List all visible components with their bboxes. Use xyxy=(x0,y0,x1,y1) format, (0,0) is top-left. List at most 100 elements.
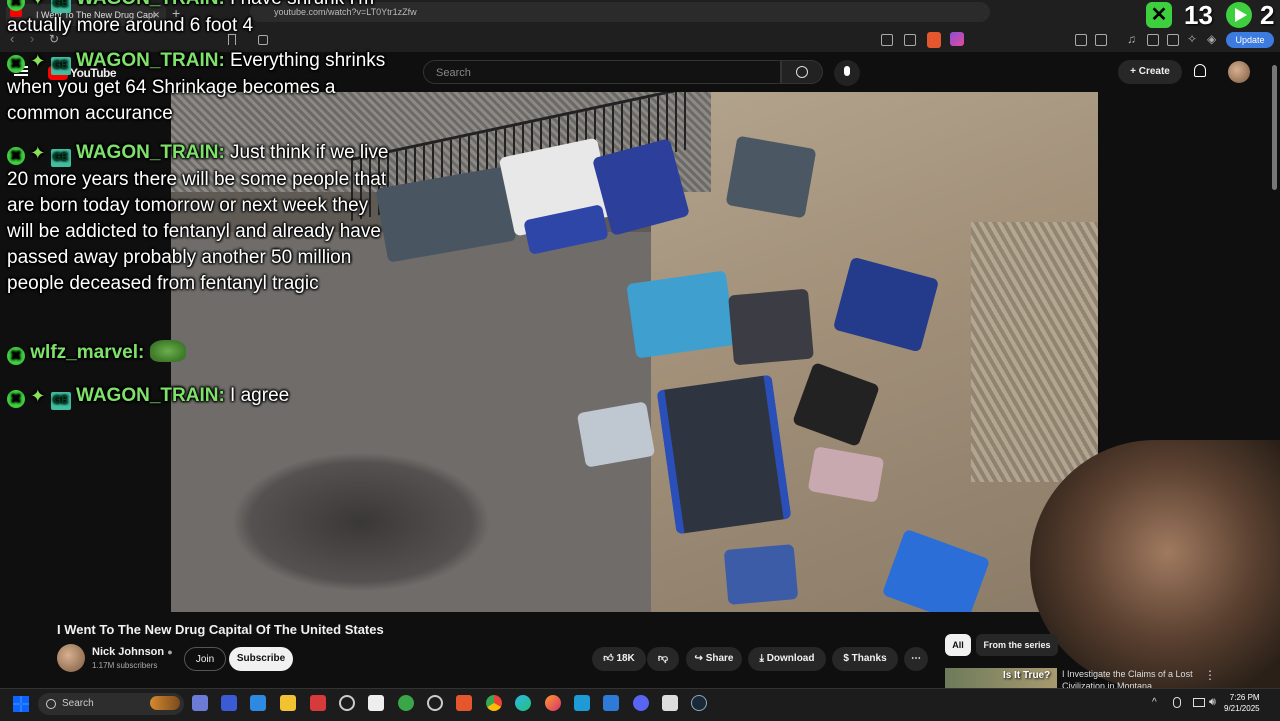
video-title: I Went To The New Drug Capital Of The Un… xyxy=(57,622,384,637)
volume-icon[interactable]: 🔊︎ xyxy=(1209,696,1216,709)
sidebar-toggle-icon[interactable] xyxy=(1147,34,1159,46)
recommendation-thumbnail[interactable]: Is It True? xyxy=(945,668,1057,690)
microphone-tray-icon[interactable] xyxy=(1173,697,1181,708)
chat-message: ✕ ✦ GE WAGON_TRAIN: Just think if we liv… xyxy=(7,140,397,297)
notifications-bell-icon[interactable] xyxy=(1194,64,1206,77)
star-badge-icon: ✦ xyxy=(30,386,46,406)
chip-all[interactable]: All xyxy=(945,634,971,656)
tent-large-tarp xyxy=(656,374,792,535)
chat-username: WAGON_TRAIN: xyxy=(75,385,225,406)
x-badge-icon: ✕ xyxy=(7,147,25,165)
webcam-overlay xyxy=(1030,440,1280,690)
thanks-button[interactable]: $ Thanks xyxy=(832,647,898,671)
pepe-emote-icon xyxy=(149,340,186,362)
page-scrollbar[interactable] xyxy=(1272,65,1277,190)
chat-message: ✕ ✦ GE WAGON_TRAIN: I agree xyxy=(7,383,397,410)
app-icon-5[interactable] xyxy=(310,695,326,711)
x-badge-icon: ✕ xyxy=(7,0,25,11)
subscribe-button[interactable]: Subscribe xyxy=(229,647,293,671)
like-button[interactable]: 👍︎ 18K xyxy=(592,647,646,671)
tab-search-icon[interactable] xyxy=(1095,34,1107,46)
x-badge-icon: ✕ xyxy=(7,390,25,408)
channel-name-text: Nick Johnson xyxy=(92,646,165,658)
search-input[interactable]: Search xyxy=(423,60,781,84)
discord-icon[interactable] xyxy=(633,695,649,711)
app-icon-8[interactable] xyxy=(398,695,414,711)
search-icon xyxy=(796,66,808,78)
download-button[interactable]: ⤓ Download xyxy=(748,647,826,671)
edge-icon[interactable] xyxy=(515,695,531,711)
app-icon-2[interactable] xyxy=(221,695,237,711)
thanks-icon: $ xyxy=(843,653,852,664)
subscriber-count: 1.17M subscribers xyxy=(92,661,158,670)
thumbs-up-icon: 👍︎ xyxy=(603,653,617,664)
search-button[interactable] xyxy=(781,60,823,84)
chat-username: WAGON_TRAIN: xyxy=(75,142,225,163)
brave-browser-icon[interactable] xyxy=(456,695,472,711)
app-icon-14[interactable] xyxy=(574,695,590,711)
ge-badge-icon: GE xyxy=(50,57,71,75)
share-icon: ↪ xyxy=(694,653,706,664)
extensions-icon[interactable] xyxy=(1075,34,1087,46)
app-icon-17[interactable] xyxy=(662,695,678,711)
download-label: Download xyxy=(766,653,815,664)
app-icon-7[interactable] xyxy=(368,695,384,711)
chat-username: WAGON_TRAIN: xyxy=(76,0,225,9)
app-icon-1[interactable] xyxy=(192,695,208,711)
file-explorer-icon[interactable] xyxy=(280,695,296,711)
thanks-label: Thanks xyxy=(851,653,887,664)
create-button[interactable]: + Create xyxy=(1118,60,1182,84)
app-icon-6[interactable] xyxy=(339,695,355,711)
windows-start-icon[interactable] xyxy=(13,696,29,712)
thumbnail-text: Is It True? xyxy=(1003,670,1051,681)
vscode-icon[interactable] xyxy=(603,695,619,711)
account-avatar[interactable] xyxy=(1228,61,1250,83)
steam-icon[interactable] xyxy=(691,695,707,711)
firefox-icon[interactable] xyxy=(545,695,561,711)
play-triangle-icon xyxy=(1235,8,1247,22)
media-icon[interactable]: ♫ xyxy=(1127,32,1136,46)
tent-black xyxy=(728,288,814,366)
app-icon-3[interactable] xyxy=(250,695,266,711)
more-icon: ⋯ xyxy=(911,653,921,664)
vpn-icon[interactable]: ◈ xyxy=(1207,32,1216,46)
create-label: Create xyxy=(1138,66,1170,77)
update-button[interactable]: Update xyxy=(1226,32,1274,48)
share-page-icon[interactable] xyxy=(904,34,916,46)
voice-search-button[interactable] xyxy=(834,60,860,86)
verified-icon: ● xyxy=(167,647,173,657)
star-badge-icon: ✦ xyxy=(30,143,46,163)
share-button[interactable]: ↪ Share xyxy=(686,647,742,671)
search-highlight-icon xyxy=(150,696,180,710)
chrome-icon[interactable] xyxy=(486,695,502,711)
taskbar-search-label: Search xyxy=(62,698,94,709)
recommendation-menu-icon[interactable]: ⋮ xyxy=(1204,668,1216,682)
wallet-icon[interactable] xyxy=(1167,34,1179,46)
dry-brush-scene xyxy=(971,222,1098,482)
pavement-stain xyxy=(231,452,491,592)
play-counter-value: 2 xyxy=(1260,0,1275,30)
chip-from-series[interactable]: From the series xyxy=(976,634,1058,656)
channel-avatar[interactable] xyxy=(57,644,85,672)
ge-badge-icon: GE xyxy=(50,0,71,13)
brave-shields-icon[interactable] xyxy=(927,32,941,48)
plus-icon: + xyxy=(1130,66,1139,77)
more-actions-button[interactable]: ⋯ xyxy=(904,647,928,671)
star-badge-icon: ✦ xyxy=(30,51,46,71)
cast-icon[interactable] xyxy=(881,34,893,46)
system-clock[interactable]: 7:26 PM 9/21/2025 xyxy=(1224,692,1260,714)
star-badge-icon: ✦ xyxy=(30,0,45,12)
debris-pile-3 xyxy=(723,544,799,605)
tray-overflow-icon[interactable]: ^ xyxy=(1152,697,1157,708)
microphone-icon xyxy=(844,66,850,76)
brave-rewards-icon[interactable] xyxy=(950,32,964,46)
join-button[interactable]: Join xyxy=(184,647,226,671)
chat-username: WAGON_TRAIN: xyxy=(75,50,225,71)
leo-ai-icon[interactable]: ✧ xyxy=(1187,32,1197,46)
app-icon-9[interactable] xyxy=(427,695,443,711)
network-icon[interactable] xyxy=(1193,698,1205,707)
share-label: Share xyxy=(705,653,734,664)
dislike-button[interactable]: 👎︎ xyxy=(647,647,679,671)
tent-lightblue xyxy=(626,270,736,359)
channel-name[interactable]: Nick Johnson ● xyxy=(92,646,173,658)
